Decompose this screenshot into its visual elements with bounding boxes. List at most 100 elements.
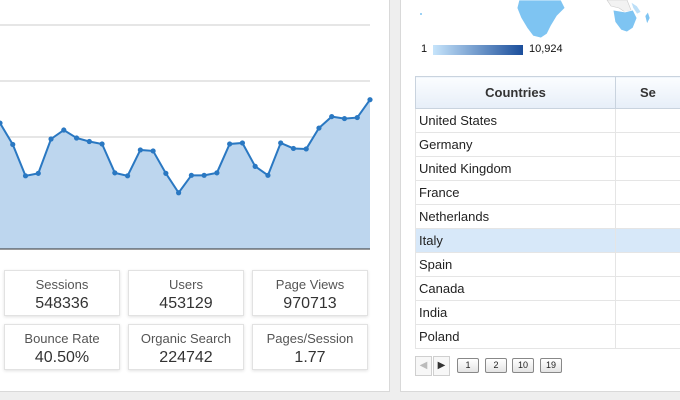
sessions-chart-panel: Sessions 548336 Users 453129 Page Views …	[0, 0, 390, 392]
metric-value: 548336	[35, 295, 89, 312]
table-row[interactable]: Germany	[415, 132, 680, 157]
metric-users[interactable]: Users 453129	[128, 270, 244, 316]
area-fill	[0, 99, 370, 250]
legend-min-value: 1	[421, 43, 428, 55]
data-point[interactable]	[86, 138, 92, 145]
metric-bounce-rate[interactable]: Bounce Rate 40.50%	[4, 324, 120, 370]
metric-page-views[interactable]: Page Views 970713	[252, 270, 368, 316]
metric-label: Bounce Rate	[24, 331, 100, 346]
country-cell: Poland	[415, 324, 616, 349]
countries-panel: 1 10,924 Countries Se United States Germ…	[400, 0, 680, 392]
data-point[interactable]	[99, 141, 105, 147]
data-point[interactable]	[176, 190, 182, 196]
data-point[interactable]	[112, 170, 118, 176]
page-link-2[interactable]: 2	[485, 358, 507, 373]
data-point[interactable]	[35, 170, 41, 176]
sessions-cell	[615, 180, 680, 205]
countries-column-header[interactable]: Countries	[415, 76, 616, 109]
map-region-madagascar[interactable]	[644, 11, 651, 25]
data-point[interactable]	[150, 148, 156, 154]
table-row[interactable]: Netherlands	[415, 204, 680, 229]
data-point[interactable]	[73, 135, 80, 141]
table-row[interactable]: Canada	[415, 276, 680, 301]
page-link-1[interactable]: 1	[457, 358, 479, 373]
map-region-africa[interactable]	[612, 9, 638, 33]
data-point[interactable]	[278, 140, 284, 146]
data-point[interactable]	[290, 145, 297, 152]
data-point[interactable]	[214, 170, 220, 176]
map-region-africa-north[interactable]	[606, 0, 632, 13]
metric-label: Pages/Session	[266, 331, 354, 346]
country-cell: Spain	[415, 252, 616, 277]
map-legend: 1 10,924	[421, 42, 563, 58]
data-point[interactable]	[137, 147, 143, 153]
metric-value: 40.50%	[34, 349, 90, 366]
data-point[interactable]	[61, 127, 67, 133]
sessions-cell	[615, 132, 680, 157]
country-cell: India	[415, 300, 616, 325]
data-point[interactable]	[354, 114, 360, 121]
sessions-cell	[615, 228, 680, 253]
sessions-cell	[615, 276, 680, 301]
sessions-cell	[615, 324, 680, 349]
data-point[interactable]	[329, 113, 335, 120]
country-cell: Netherlands	[415, 204, 616, 229]
metric-pages-per-session[interactable]: Pages/Session 1.77	[252, 324, 368, 370]
table-header-row: Countries Se	[415, 76, 680, 109]
map-region-americas[interactable]	[516, 0, 566, 39]
table-row[interactable]: Spain	[415, 252, 680, 277]
table-row[interactable]: India	[415, 300, 680, 325]
country-cell: Italy	[415, 228, 616, 253]
page-link-19[interactable]: 19	[540, 358, 562, 373]
country-cell: Canada	[415, 276, 616, 301]
table-row-selected[interactable]: Italy	[415, 228, 680, 253]
data-point[interactable]	[316, 125, 322, 131]
data-point[interactable]	[188, 172, 194, 178]
table-row[interactable]: United States	[415, 108, 680, 133]
legend-gradient-bar	[433, 45, 523, 55]
country-cell: Germany	[415, 132, 616, 157]
metric-organic-search[interactable]: Organic Search 224742	[128, 324, 244, 370]
metric-label: Organic Search	[140, 331, 232, 346]
sessions-cell	[615, 252, 680, 277]
data-point[interactable]	[10, 141, 16, 148]
prev-page-button[interactable]: ◀	[415, 356, 432, 376]
metric-label: Users	[169, 277, 203, 292]
world-map[interactable]	[401, 0, 680, 40]
countries-table: Countries Se United States Germany Unite…	[415, 76, 680, 349]
data-point[interactable]	[163, 170, 169, 176]
sessions-line-chart[interactable]	[0, 0, 380, 262]
map-island-dot	[420, 13, 422, 15]
country-cell: United Kingdom	[415, 156, 616, 181]
data-point[interactable]	[227, 141, 233, 147]
metric-value: 224742	[159, 349, 213, 366]
data-point[interactable]	[239, 140, 246, 146]
data-point[interactable]	[265, 172, 271, 178]
sessions-cell	[615, 204, 680, 229]
legend-max-value: 10,924	[529, 43, 563, 55]
metric-label: Page Views	[275, 277, 345, 292]
table-row[interactable]: Poland	[415, 324, 680, 349]
next-page-button[interactable]: ▶	[433, 356, 450, 376]
data-point[interactable]	[124, 173, 131, 179]
data-point[interactable]	[341, 115, 348, 122]
country-cell: France	[415, 180, 616, 205]
metric-sessions[interactable]: Sessions 548336	[4, 270, 120, 316]
sessions-column-header[interactable]: Se	[615, 76, 680, 109]
data-point[interactable]	[252, 163, 258, 169]
data-point[interactable]	[48, 136, 54, 142]
table-row[interactable]: United Kingdom	[415, 156, 680, 181]
sessions-cell	[615, 300, 680, 325]
metric-value: 970713	[283, 295, 337, 312]
metric-value: 1.77	[294, 349, 326, 366]
data-point[interactable]	[367, 97, 373, 103]
table-row[interactable]: France	[415, 180, 680, 205]
sessions-cell	[615, 156, 680, 181]
metric-value: 453129	[159, 295, 213, 312]
sessions-cell	[615, 108, 680, 133]
data-point[interactable]	[22, 173, 29, 179]
data-point[interactable]	[303, 146, 309, 152]
data-point[interactable]	[201, 172, 207, 178]
page-link-10[interactable]: 10	[512, 358, 534, 373]
country-cell: United States	[415, 108, 616, 133]
